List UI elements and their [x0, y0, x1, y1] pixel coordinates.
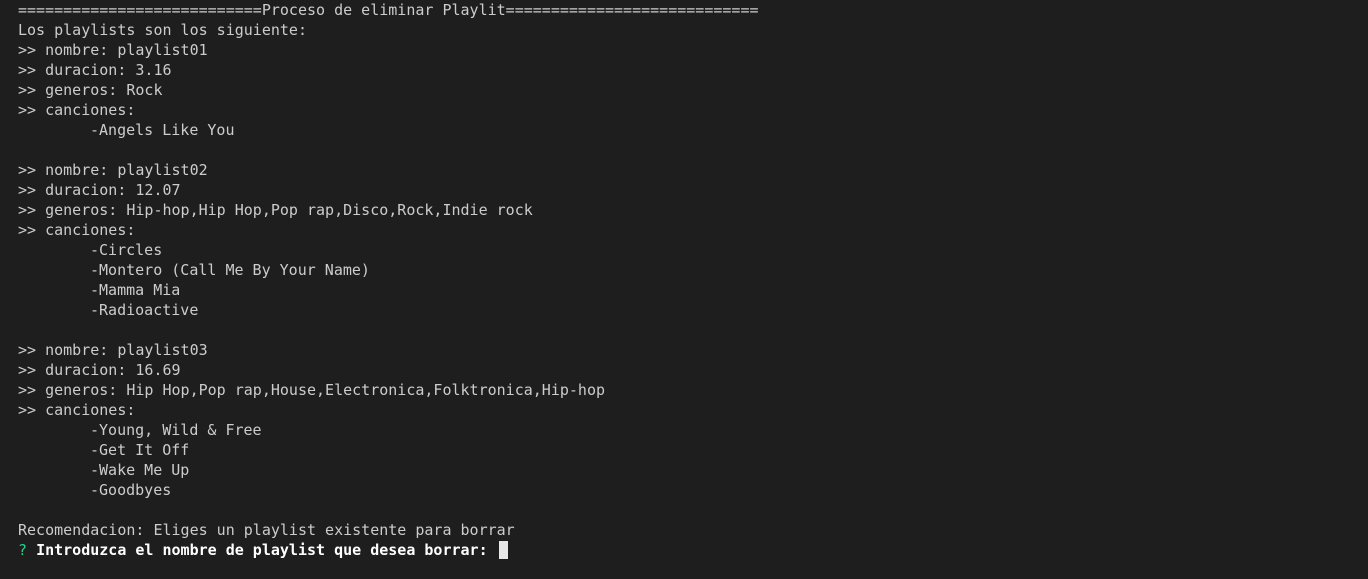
process-header: ===========================Proceso de el… — [18, 1, 759, 19]
playlist-genres: >> generos: Hip-hop,Hip Hop,Pop rap,Disc… — [18, 201, 533, 219]
playlist-block: >> nombre: playlist03 >> duracion: 16.69… — [18, 340, 1368, 500]
playlist-name: >> nombre: playlist02 — [18, 161, 208, 179]
playlist-genres: >> generos: Rock — [18, 81, 163, 99]
song-item: -Get It Off — [90, 441, 190, 459]
song-item: -Young, Wild & Free — [90, 421, 262, 439]
input-prompt-line[interactable]: ? Introduzca el nombre de playlist que d… — [18, 540, 1368, 560]
recommendation-text: Recomendacion: Eliges un playlist existe… — [18, 521, 515, 539]
song-item: -Goodbyes — [90, 481, 172, 499]
playlist-name: >> nombre: playlist03 — [18, 341, 208, 359]
song-item: -Wake Me Up — [90, 461, 190, 479]
playlist-block: >> nombre: playlist02 >> duracion: 12.07… — [18, 160, 1368, 320]
playlist-songs-label: >> canciones: — [18, 401, 136, 419]
song-item: -Montero (Call Me By Your Name) — [90, 261, 370, 279]
song-item: -Angels Like You — [90, 121, 235, 139]
playlist-songs-label: >> canciones: — [18, 221, 136, 239]
playlist-name: >> nombre: playlist01 — [18, 41, 208, 59]
song-item: -Mamma Mia — [90, 281, 181, 299]
playlist-genres: >> generos: Hip Hop,Pop rap,House,Electr… — [18, 381, 605, 399]
song-item: -Circles — [90, 241, 163, 259]
intro-text: Los playlists son los siguiente: — [18, 21, 307, 39]
playlist-block: >> nombre: playlist01 >> duracion: 3.16 … — [18, 40, 1368, 140]
playlist-duration: >> duracion: 12.07 — [18, 181, 181, 199]
playlist-songs-label: >> canciones: — [18, 101, 136, 119]
prompt-question: Introduzca el nombre de playlist que des… — [36, 541, 488, 559]
playlist-duration: >> duracion: 16.69 — [18, 361, 181, 379]
song-item: -Radioactive — [90, 301, 199, 319]
text-cursor[interactable] — [498, 541, 508, 559]
playlist-duration: >> duracion: 3.16 — [18, 61, 172, 79]
question-mark-icon: ? — [18, 541, 28, 559]
terminal-window: ===========================Proceso de el… — [0, 0, 1368, 579]
